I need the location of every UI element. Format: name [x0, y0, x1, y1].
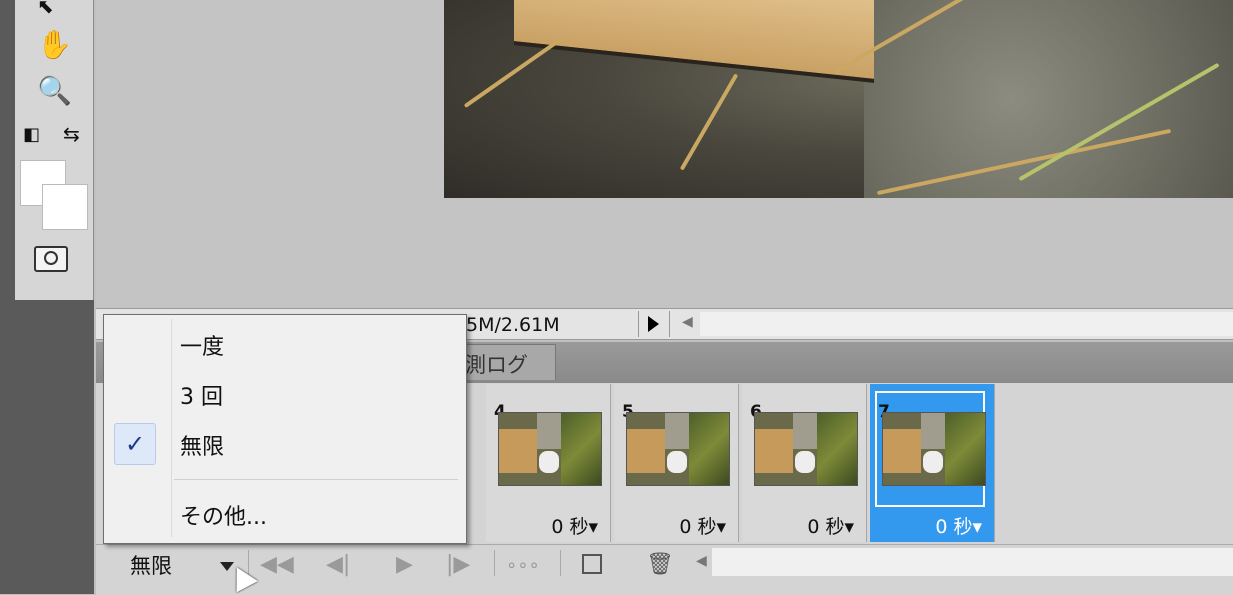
menu-item-3-times[interactable]: 3 回	[180, 379, 223, 411]
divider	[560, 550, 561, 576]
image-straw	[679, 73, 739, 171]
document-image	[444, 0, 1233, 198]
next-frame-icon[interactable]: |▶	[446, 552, 470, 577]
loop-options-value[interactable]: 無限	[130, 550, 172, 580]
horizontal-scrollbar[interactable]	[700, 312, 1233, 336]
loop-options-menu: 一度 3 回 ✓ 無限 その他...	[103, 314, 467, 544]
tween-icon[interactable]: ∘∘∘	[506, 555, 540, 576]
first-frame-icon[interactable]: ◀◀	[260, 552, 294, 577]
menu-gutter	[171, 319, 172, 537]
frame-thumbnail	[754, 412, 858, 486]
animation-frame[interactable]: 6 0 秒▾	[742, 384, 867, 542]
checkmark-icon: ✓	[114, 423, 156, 465]
left-edge-strip	[0, 0, 15, 594]
hand-icon[interactable]: ✋	[37, 28, 72, 61]
menu-item-once[interactable]: 一度	[180, 329, 224, 361]
frame-delay[interactable]: 0 秒▾	[486, 512, 610, 539]
frame-delay[interactable]: 0 秒▾	[614, 512, 738, 539]
animation-frame[interactable]: 4 0 秒▾	[486, 384, 611, 542]
image-straw	[463, 35, 565, 109]
zoom-icon[interactable]: 🔍	[37, 74, 72, 107]
status-menu-arrow-icon[interactable]	[638, 311, 670, 337]
background-color-swatch[interactable]	[42, 184, 88, 230]
frame-delay[interactable]: 0 秒▾	[870, 512, 994, 539]
swap-colors-icon[interactable]: ⇆	[63, 122, 80, 146]
image-cardboard-box	[514, 0, 874, 83]
horizontal-scrollbar[interactable]	[712, 548, 1233, 576]
new-frame-icon[interactable]	[582, 554, 602, 574]
scroll-left-arrow-icon[interactable]: ◀	[696, 553, 707, 569]
play-icon[interactable]: ▶	[396, 552, 413, 577]
toolbar-lower-area	[15, 300, 94, 594]
menu-item-other[interactable]: その他...	[180, 499, 267, 531]
divider	[494, 550, 495, 576]
document-size-readout: 5M/2.61M	[466, 314, 560, 336]
previous-frame-icon[interactable]: ◀|	[326, 552, 350, 577]
frame-delay[interactable]: 0 秒▾	[742, 512, 866, 539]
quick-mask-icon[interactable]	[34, 246, 68, 272]
animation-frame[interactable]: 5 0 秒▾	[614, 384, 739, 542]
animation-frame-selected[interactable]: 7 0 秒▾	[870, 384, 995, 542]
move-tool-icon[interactable]: ⬉	[37, 0, 54, 18]
default-colors-icon[interactable]: ◧	[23, 124, 40, 145]
image-ground	[864, 0, 1233, 198]
frame-thumbnail	[882, 412, 986, 486]
menu-separator	[174, 479, 458, 480]
trash-icon[interactable]: 🗑	[646, 552, 674, 577]
frame-thumbnail	[498, 412, 602, 486]
frame-thumbnail	[626, 412, 730, 486]
menu-item-forever[interactable]: 無限	[180, 429, 224, 461]
scroll-left-arrow-icon[interactable]: ◀	[682, 314, 693, 330]
